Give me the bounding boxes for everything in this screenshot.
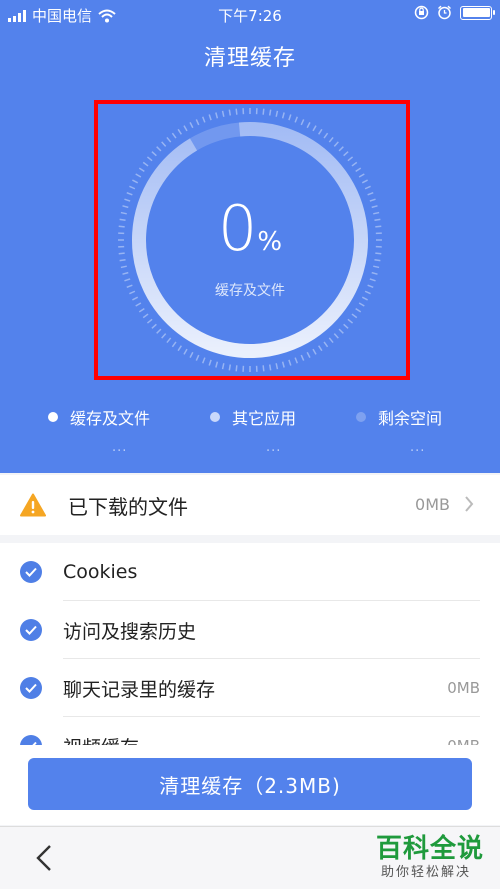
header-panel: 中国电信 下午7:26 清理缓存 0% 缓存及文件 缓存及文件 ... 其它应用… xyxy=(0,0,500,473)
checkbox-checked-icon[interactable] xyxy=(20,619,42,641)
clean-cache-button[interactable]: 清理缓存（2.3MB) xyxy=(28,758,472,810)
page-title: 清理缓存 xyxy=(203,46,296,71)
legend-value: ... xyxy=(266,440,282,455)
legend-other-apps: 其它应用 xyxy=(210,405,296,429)
watermark-slogan: 助你轻松解决 xyxy=(381,865,472,880)
cache-item-list: Cookies 访问及搜索历史 聊天记录里的缓存 0MB 视频缓存 0MB xyxy=(0,543,500,745)
downloaded-files-row[interactable]: 已下载的文件 0MB xyxy=(0,475,500,535)
highlight-box xyxy=(94,100,410,380)
checkbox-checked-icon[interactable] xyxy=(20,735,42,745)
legend-cache: 缓存及文件 xyxy=(48,405,150,429)
list-item-size: 0MB xyxy=(447,737,480,745)
checkbox-checked-icon[interactable] xyxy=(20,677,42,699)
legend-dot xyxy=(210,412,220,422)
list-item[interactable]: 聊天记录里的缓存 0MB xyxy=(0,659,500,717)
list-item[interactable]: 视频缓存 0MB xyxy=(0,717,500,745)
watermark-logo: 百科全说 xyxy=(376,834,485,864)
warning-icon xyxy=(20,493,46,517)
legend-label: 其它应用 xyxy=(232,409,297,428)
alarm-icon xyxy=(438,5,451,20)
legend-value: ... xyxy=(112,440,128,455)
legend-label: 缓存及文件 xyxy=(70,409,151,428)
downloaded-files-label: 已下载的文件 xyxy=(68,494,188,519)
list-item-size: 0MB xyxy=(447,679,480,697)
checkbox-checked-icon[interactable] xyxy=(20,561,42,583)
legend-free-space: 剩余空间 xyxy=(356,405,442,429)
list-item-label: 访问及搜索历史 xyxy=(63,620,197,643)
chevron-right-icon xyxy=(465,496,474,512)
bottom-action-bar: 清理缓存（2.3MB) xyxy=(0,745,500,825)
list-item[interactable]: Cookies xyxy=(0,543,500,601)
orientation-lock-icon xyxy=(414,5,429,20)
list-item-label: 聊天记录里的缓存 xyxy=(63,678,216,701)
status-bar: 中国电信 下午7:26 xyxy=(0,0,500,30)
legend-dot xyxy=(48,412,58,422)
legend-dot xyxy=(356,412,366,422)
battery-icon xyxy=(460,5,495,20)
legend-value: ... xyxy=(410,440,426,455)
legend-label: 剩余空间 xyxy=(378,409,443,428)
back-icon[interactable] xyxy=(34,843,54,873)
list-item-label: Cookies xyxy=(63,561,138,583)
list-item-label: 视频缓存 xyxy=(63,733,139,746)
downloaded-files-size: 0MB xyxy=(415,495,450,514)
list-item[interactable]: 访问及搜索历史 xyxy=(0,601,500,659)
